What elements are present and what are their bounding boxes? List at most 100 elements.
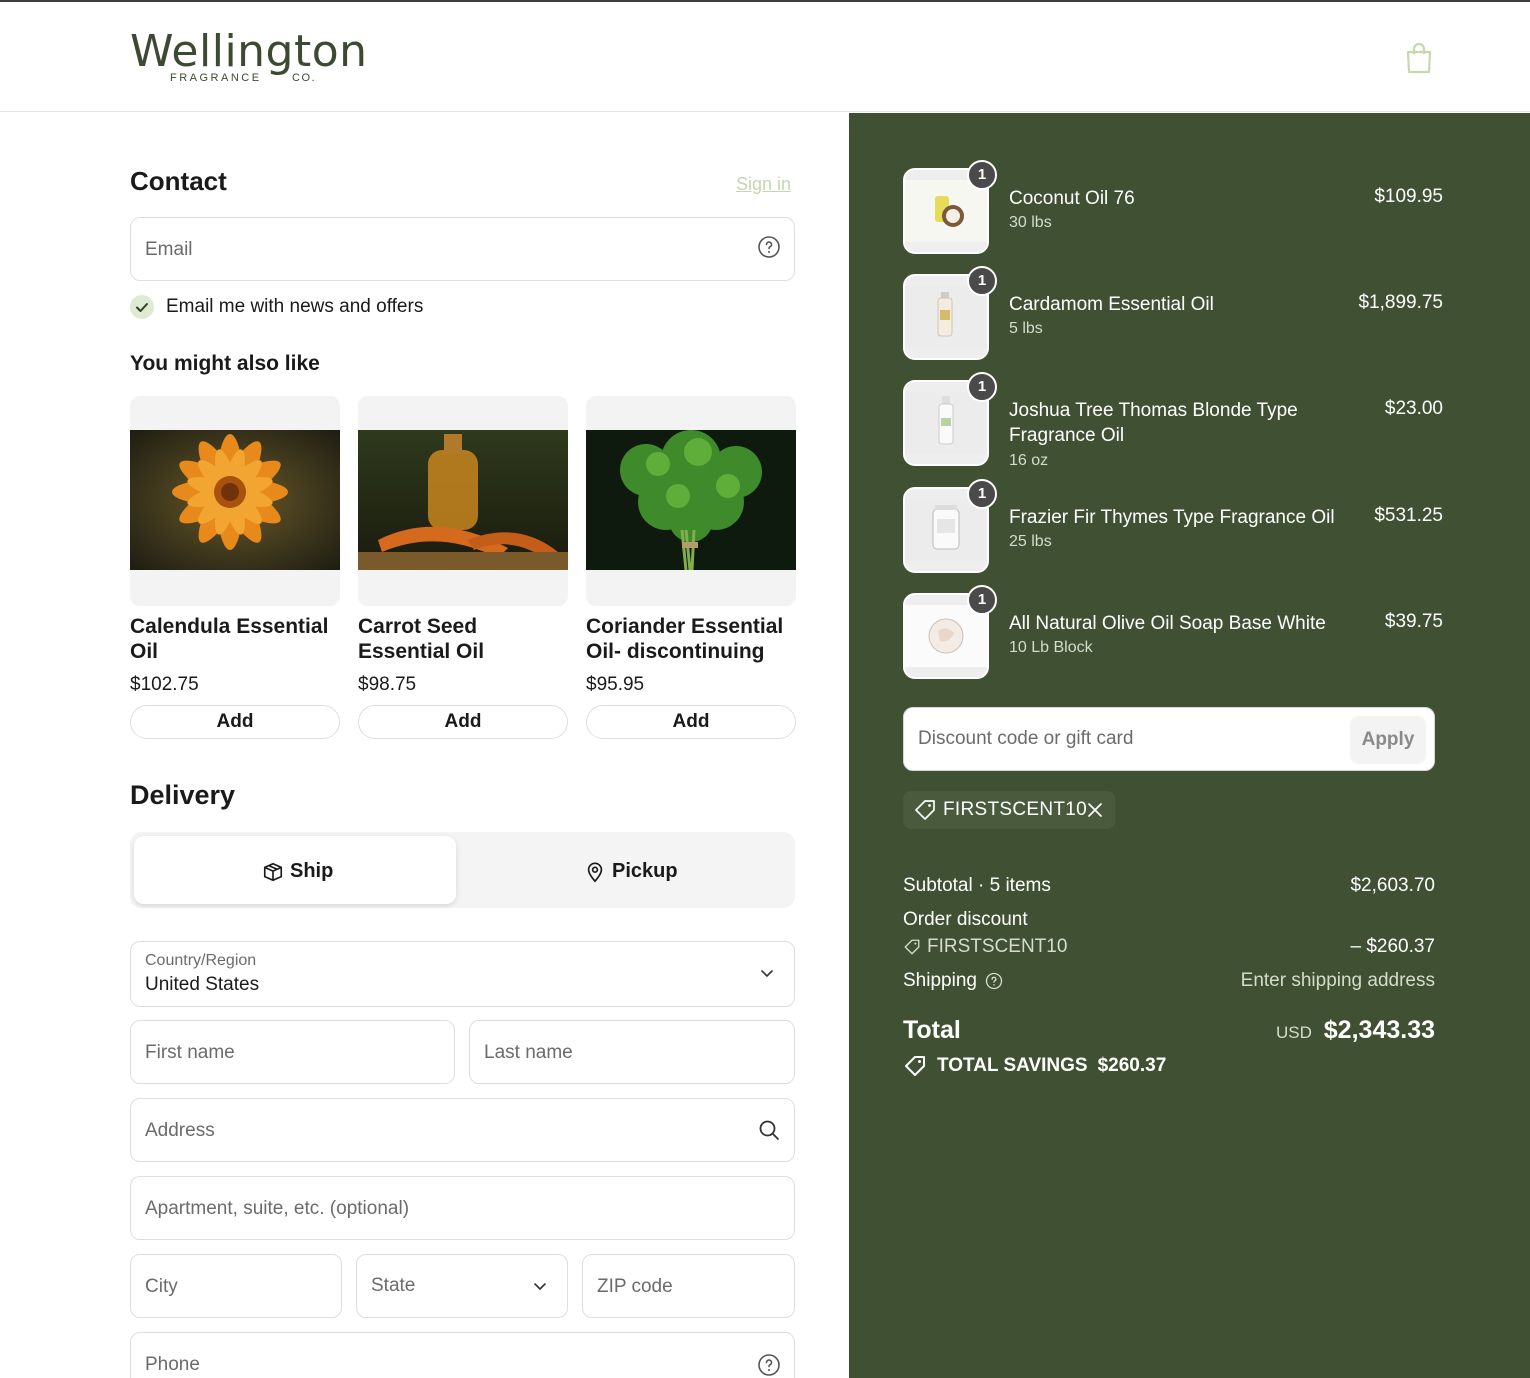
item-variant: 10 Lb Block (1009, 639, 1093, 656)
email-field[interactable]: Email (130, 217, 795, 281)
shipping-value: Enter shipping address (1240, 970, 1435, 991)
discount-placeholder: Discount code or gift card (918, 728, 1134, 749)
coconut-oil-image (935, 196, 964, 227)
add-carrot-seed-button[interactable]: Add (358, 705, 568, 739)
chevron-down-icon (761, 970, 773, 978)
line-item: 1 Cardamom Essential Oil 5 lbs $1,899.75 (903, 266, 1443, 364)
brand-logo[interactable]: Wellington FRAGRANCE CO. (130, 26, 370, 96)
shopping-bag-icon[interactable] (1404, 42, 1434, 74)
address-placeholder: Address (145, 1120, 215, 1141)
phone-placeholder: Phone (145, 1354, 200, 1375)
ship-option[interactable]: Ship (134, 836, 456, 904)
first-name-placeholder: First name (145, 1042, 235, 1063)
pickup-option[interactable]: Pickup (460, 836, 791, 904)
add-coriander-button[interactable]: Add (586, 705, 796, 739)
subtotal-label: Subtotal · 5 items (903, 875, 1051, 896)
product-price: $102.75 (130, 674, 199, 695)
country-select[interactable]: Country/Region United States (130, 941, 795, 1007)
order-discount-row: Order discount FIRSTSCENT10 – $260.37 (903, 909, 1435, 965)
item-price: $23.00 (1384, 398, 1443, 419)
item-variant: 25 lbs (1009, 533, 1052, 550)
applied-discount-chip: FIRSTSCENT10 (903, 791, 1115, 829)
apply-discount-button[interactable]: Apply (1350, 716, 1426, 764)
quantity-badge: 1 (967, 160, 997, 190)
chevron-down-icon (534, 1283, 546, 1291)
quantity-badge: 1 (967, 585, 997, 615)
order-discount-code: FIRSTSCENT10 (927, 936, 1068, 957)
total-value: $2,343.33 (1323, 1016, 1435, 1044)
savings-label: TOTAL SAVINGS (937, 1055, 1088, 1076)
apartment-placeholder: Apartment, suite, etc. (optional) (145, 1198, 410, 1219)
product-thumbnail: 1 (903, 372, 997, 466)
logo-wordmark: Wellington (130, 26, 368, 77)
line-item: 1 All Natural Olive Oil Soap Base White … (903, 585, 1443, 683)
applied-code: FIRSTSCENT10 (943, 799, 1088, 820)
discount-code-input[interactable]: Discount code or gift card Apply (903, 707, 1435, 771)
first-name-field[interactable]: First name (130, 1020, 455, 1084)
close-icon[interactable] (1087, 802, 1103, 818)
phone-field[interactable]: Phone (130, 1332, 795, 1378)
add-calendula-button[interactable]: Add (130, 705, 340, 739)
carrot-seed-oil-image (358, 430, 568, 570)
item-variant: 30 lbs (1009, 214, 1052, 231)
product-card: Carrot Seed Essential Oil $98.75 Add (358, 396, 568, 741)
ship-label: Ship (290, 860, 334, 882)
savings-value: $260.37 (1097, 1055, 1167, 1076)
item-name: Cardamom Essential Oil (1009, 294, 1214, 315)
help-icon[interactable] (757, 235, 781, 259)
shipping-label: Shipping (903, 970, 977, 991)
item-name: Coconut Oil 76 (1009, 188, 1135, 209)
tag-icon (905, 1056, 925, 1076)
product-thumbnail: 1 (903, 160, 997, 254)
address-field[interactable]: Address (130, 1098, 795, 1162)
total-label: Total (903, 1016, 961, 1044)
product-name[interactable]: Calendula Essential Oil (130, 614, 340, 664)
delivery-method-toggle: Ship Pickup (130, 832, 795, 908)
product-thumbnail: 1 (903, 585, 997, 679)
search-icon[interactable] (757, 1118, 781, 1142)
tag-icon (904, 939, 920, 955)
product-price: $98.75 (358, 674, 417, 695)
tag-icon (915, 800, 935, 820)
product-name[interactable]: Coriander Essential Oil- discontinuing (586, 614, 796, 664)
recommendations-heading: You might also like (130, 352, 320, 375)
country-value: United States (145, 974, 260, 995)
quantity-badge: 1 (967, 372, 997, 402)
pickup-label: Pickup (612, 860, 678, 882)
quantity-badge: 1 (967, 266, 997, 296)
logo-subtitle: FRAGRANCE (170, 72, 262, 84)
contact-heading: Contact (130, 166, 227, 196)
item-price: $39.75 (1384, 611, 1443, 632)
line-item: 1 Joshua Tree Thomas Blonde Type Fragran… (903, 372, 1443, 470)
total-savings: TOTAL SAVINGS $260.37 (903, 1054, 1166, 1078)
product-card: Calendula Essential Oil $102.75 Add (130, 396, 340, 741)
item-variant: 16 oz (1009, 452, 1049, 469)
delivery-heading: Delivery (130, 780, 236, 810)
product-name[interactable]: Carrot Seed Essential Oil (358, 614, 568, 664)
sign-in-link[interactable]: Sign in (736, 174, 791, 195)
state-placeholder: State (371, 1275, 416, 1296)
help-icon[interactable] (985, 972, 1003, 990)
country-label: Country/Region (145, 952, 257, 969)
item-price: $531.25 (1374, 505, 1443, 526)
city-placeholder: City (145, 1276, 178, 1297)
newsletter-label: Email me with news and offers (166, 296, 424, 317)
item-name: Frazier Fir Thymes Type Fragrance Oil (1009, 507, 1335, 528)
email-placeholder: Email (145, 239, 193, 260)
cardamom-oil-image (937, 292, 953, 337)
product-thumbnail: 1 (903, 266, 997, 360)
city-field[interactable]: City (130, 1254, 342, 1318)
last-name-field[interactable]: Last name (469, 1020, 795, 1084)
fragrance-jug-image (932, 505, 960, 550)
zip-field[interactable]: ZIP code (582, 1254, 795, 1318)
fragrance-bottle-image (938, 396, 954, 445)
item-variant: 5 lbs (1009, 320, 1043, 337)
help-icon[interactable] (757, 1353, 781, 1377)
coriander-bunch-image (586, 430, 796, 570)
newsletter-checkbox[interactable] (130, 295, 154, 319)
location-pin-icon (587, 861, 603, 882)
item-price: $1,899.75 (1358, 292, 1443, 313)
apartment-field[interactable]: Apartment, suite, etc. (optional) (130, 1176, 795, 1240)
checkmark-icon (136, 303, 148, 312)
state-select[interactable]: State (356, 1254, 568, 1318)
